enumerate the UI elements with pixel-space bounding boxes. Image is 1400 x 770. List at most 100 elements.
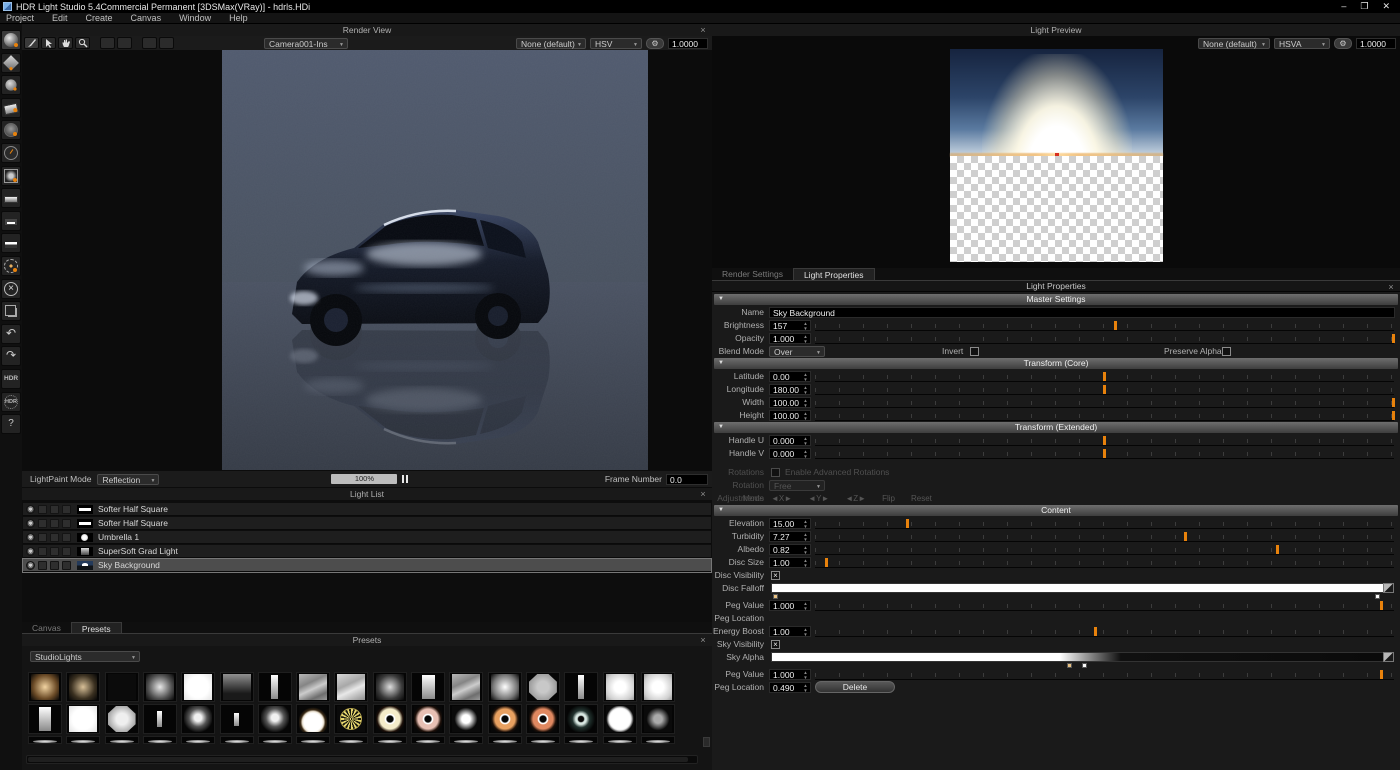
spinner-arrows-icon[interactable]: ▲▼	[802, 436, 809, 446]
preset-ring-red[interactable]	[526, 704, 560, 734]
light-preview-image[interactable]	[950, 49, 1163, 262]
spinner-arrows-icon[interactable]: ▲▼	[802, 601, 809, 611]
slider-marker[interactable]	[1392, 334, 1395, 343]
hdr-render-button[interactable]: HDR	[1, 392, 21, 412]
light-option-button[interactable]	[38, 533, 47, 542]
empty-slot-button-3[interactable]	[142, 37, 157, 49]
menu-edit[interactable]: Edit	[52, 13, 68, 23]
property-slider[interactable]	[815, 626, 1394, 637]
name-field[interactable]: Sky Background	[769, 307, 1395, 318]
slider-marker[interactable]	[1380, 601, 1383, 610]
preset-octagon-gray[interactable]	[526, 672, 560, 702]
menu-project[interactable]: Project	[6, 13, 34, 23]
render-image[interactable]	[222, 50, 648, 470]
property-slider[interactable]	[815, 448, 1394, 459]
light-list-row[interactable]: ◉Softer Half Square	[23, 503, 711, 516]
dome-light-tool[interactable]	[1, 120, 21, 140]
preset-partial[interactable]	[641, 736, 675, 744]
preset-ring-cream[interactable]	[373, 704, 407, 734]
blend-mode-dropdown[interactable]: Over	[769, 346, 825, 357]
duplicate-light-button[interactable]	[1, 301, 21, 321]
preset-partial[interactable]	[411, 736, 445, 744]
property-slider[interactable]	[815, 397, 1394, 408]
select-tool-button[interactable]	[41, 37, 56, 49]
slider-marker[interactable]	[1276, 545, 1279, 554]
value-field[interactable]: 157▲▼	[769, 320, 811, 331]
spinner-arrows-icon[interactable]: ▲▼	[802, 670, 809, 680]
adjust-button-z[interactable]: ◄Z►	[845, 493, 866, 504]
slider-marker[interactable]	[825, 558, 828, 567]
menu-canvas[interactable]: Canvas	[131, 13, 162, 23]
presets-vertical-scrollbar[interactable]	[703, 737, 710, 747]
preset-library-dropdown[interactable]: StudioLights	[30, 651, 140, 662]
value-field[interactable]: 1.000▲▼	[769, 669, 811, 680]
light-enable-button[interactable]: ◉	[26, 505, 35, 514]
preset-partial[interactable]	[449, 736, 483, 744]
property-slider[interactable]	[815, 333, 1394, 344]
close-button[interactable]: ✕	[1382, 1, 1390, 12]
preset-small-blob[interactable]	[449, 704, 483, 734]
preset-soft-glow[interactable]	[373, 672, 407, 702]
menu-help[interactable]: Help	[229, 13, 248, 23]
preset-umbrella[interactable]	[296, 704, 330, 734]
maximize-button[interactable]: ❐	[1360, 1, 1368, 12]
preview-channel-dropdown[interactable]: HSVA	[1274, 38, 1330, 49]
gear-icon[interactable]: ⚙	[646, 38, 664, 49]
light-option-button[interactable]	[62, 533, 71, 542]
collapse-triangle-icon[interactable]: ▼	[718, 358, 724, 369]
minimize-button[interactable]: –	[1341, 1, 1346, 12]
property-slider[interactable]	[815, 600, 1394, 611]
preset-partial[interactable]	[105, 736, 139, 744]
pause-button[interactable]	[402, 475, 408, 483]
preset-dark-gradient[interactable]	[220, 672, 254, 702]
adjust-button-y[interactable]: ◄Y►	[808, 493, 829, 504]
collapse-triangle-icon[interactable]: ▼	[718, 505, 724, 516]
preset-partial[interactable]	[564, 736, 598, 744]
empty-slot-button-1[interactable]	[100, 37, 115, 49]
preset-vertical-strip[interactable]	[258, 672, 292, 702]
preset-small-square[interactable]	[258, 704, 292, 734]
light-option-button[interactable]	[62, 547, 71, 556]
value-field[interactable]: 1.00▲▼	[769, 557, 811, 568]
light-option-button[interactable]	[62, 505, 71, 514]
presets-close-icon[interactable]: ×	[698, 634, 708, 646]
preset-sunburst[interactable]	[334, 704, 368, 734]
preset-partial[interactable]	[258, 736, 292, 744]
light-option-button[interactable]	[50, 505, 59, 514]
property-slider[interactable]	[815, 435, 1394, 446]
preview-gear-icon[interactable]: ⚙	[1334, 38, 1352, 49]
tab-render-settings[interactable]: Render Settings	[712, 268, 793, 280]
preset-partial[interactable]	[220, 736, 254, 744]
spinner-arrows-icon[interactable]: ▲▼	[802, 372, 809, 382]
hdr-export-button[interactable]: HDR	[1, 369, 21, 389]
preset-vertical-strip-narrow[interactable]	[564, 672, 598, 702]
property-checkbox[interactable]: ×	[771, 571, 780, 580]
slider-marker[interactable]	[906, 519, 909, 528]
spinner-arrows-icon[interactable]: ▲▼	[802, 532, 809, 542]
channel-dropdown[interactable]: HSV	[590, 38, 642, 49]
preview-exposure-field[interactable]: 1.0000	[1356, 38, 1396, 49]
preset-warm-softbox-dim[interactable]	[66, 672, 100, 702]
property-slider[interactable]	[815, 557, 1394, 568]
menu-window[interactable]: Window	[179, 13, 211, 23]
preset-partial[interactable]	[66, 736, 100, 744]
exposure-field[interactable]: 1.0000	[668, 38, 708, 49]
preset-gray-blob[interactable]	[641, 704, 675, 734]
slider-marker[interactable]	[1103, 372, 1106, 381]
pan-tool-button[interactable]	[58, 37, 73, 49]
property-slider[interactable]	[815, 384, 1394, 395]
slider-marker[interactable]	[1392, 411, 1395, 420]
rotation-mode-dropdown[interactable]: Free	[769, 480, 825, 491]
value-field[interactable]: 0.000▲▼	[769, 448, 811, 459]
menu-create[interactable]: Create	[86, 13, 113, 23]
screen-light-tool[interactable]	[1, 166, 21, 186]
light-option-button[interactable]	[38, 505, 47, 514]
light-option-button[interactable]	[50, 561, 59, 570]
property-slider[interactable]	[815, 531, 1394, 542]
empty-slot-button-2[interactable]	[117, 37, 132, 49]
light-enable-button[interactable]: ◉	[26, 561, 35, 570]
tab-presets[interactable]: Presets	[71, 622, 122, 633]
slider-marker[interactable]	[1114, 321, 1117, 330]
property-slider[interactable]	[815, 410, 1394, 421]
value-field[interactable]: 100.00▲▼	[769, 397, 811, 408]
